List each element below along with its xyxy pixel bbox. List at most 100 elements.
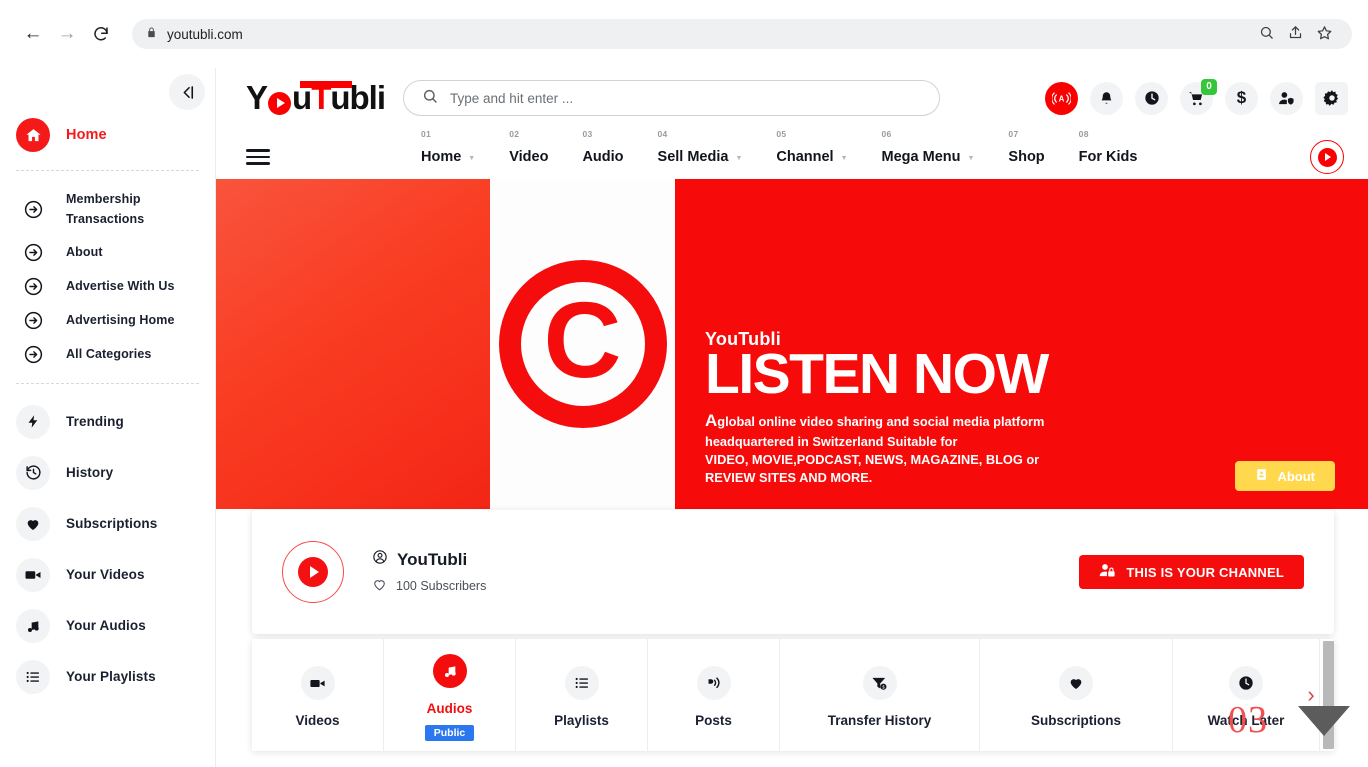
- tab-posts[interactable]: Posts: [648, 639, 780, 751]
- hero-desc-line-3: VIDEO, MOVIE,PODCAST, NEWS, MAGAZINE, BL…: [705, 451, 1040, 467]
- header-icon-group: A 0 $: [1045, 78, 1348, 115]
- site-logo[interactable]: Y u T ubli: [246, 79, 386, 117]
- sidebar-item-advertise-with-us[interactable]: Advertise With Us: [0, 269, 215, 303]
- share-icon[interactable]: [1288, 25, 1303, 43]
- back-arrow-icon[interactable]: ←: [16, 17, 50, 51]
- star-icon[interactable]: [1317, 25, 1332, 43]
- channel-info-card: YouTubli 100 Subscribers THIS IS YOUR CH…: [252, 510, 1334, 634]
- sidebar-item-label: Advertising Home: [66, 313, 175, 327]
- gear-icon[interactable]: [1315, 81, 1348, 115]
- tab-label: Videos: [295, 713, 340, 728]
- sidebar-item-advertising-home[interactable]: Advertising Home: [0, 303, 215, 337]
- this-is-your-channel-button[interactable]: THIS IS YOUR CHANNEL: [1079, 555, 1304, 589]
- sidebar-item-membership-transactions[interactable]: Membership Transactions: [0, 183, 215, 235]
- hero-title: LISTEN NOW: [705, 342, 1049, 406]
- nav-item-for-kids[interactable]: 08 For Kids: [1062, 129, 1155, 165]
- cart-icon[interactable]: 0: [1180, 78, 1217, 115]
- forward-arrow-icon[interactable]: →: [50, 17, 84, 51]
- tab-label: Playlists: [554, 713, 609, 728]
- nav-item-number: 04: [657, 129, 668, 139]
- nav-item-number: 03: [582, 129, 593, 139]
- nav-item-channel[interactable]: 05 Channel ▼: [759, 129, 864, 165]
- sidebar-item-your-videos[interactable]: Your Videos: [0, 549, 215, 600]
- sidebar-item-all-categories[interactable]: All Categories: [0, 337, 215, 371]
- channel-name: YouTubli: [397, 549, 468, 569]
- cart-badge: 0: [1201, 78, 1217, 95]
- nav-item-shop[interactable]: 07 Shop: [991, 129, 1061, 165]
- arrow-circle-icon: [16, 303, 50, 337]
- tab-transfer-history[interactable]: $ Transfer History: [780, 639, 980, 751]
- dollar-icon[interactable]: $: [1225, 81, 1258, 115]
- lock-icon: [146, 26, 157, 42]
- play-circle-icon[interactable]: [1310, 140, 1344, 174]
- video-camera-icon: [300, 666, 335, 700]
- nav-item-mega-menu[interactable]: 06 Mega Menu ▼: [865, 129, 992, 165]
- hero-banner: YouTubli LISTEN NOW Aglobal online video…: [216, 179, 1368, 509]
- nav-item-number: 01: [421, 129, 432, 139]
- search-input[interactable]: [450, 90, 922, 106]
- bottom-strip: [216, 759, 1368, 767]
- heart-icon: [16, 506, 50, 541]
- hero-description: Aglobal online video sharing and social …: [705, 409, 1125, 488]
- sidebar-divider-bottom: [16, 383, 199, 384]
- chevron-down-icon: ▼: [735, 155, 743, 162]
- live-broadcast-icon[interactable]: A: [1045, 81, 1078, 115]
- url-text: youtubli.com: [167, 26, 243, 42]
- search-bar[interactable]: [403, 80, 941, 116]
- bolt-icon: [16, 404, 50, 439]
- avatar[interactable]: [282, 541, 344, 603]
- hero-desc-line-2: headquartered in Switzerland Suitable fo…: [705, 433, 958, 449]
- tab-label: Transfer History: [827, 713, 932, 728]
- reload-icon[interactable]: [84, 17, 118, 51]
- about-button[interactable]: About: [1235, 461, 1335, 491]
- channel-name-row: YouTubli: [372, 549, 486, 570]
- sidebar-item-label: Your Audios: [66, 618, 146, 633]
- clock-icon[interactable]: [1135, 81, 1168, 115]
- nav-item-audio[interactable]: 03 Audio: [565, 129, 640, 165]
- hamburger-icon[interactable]: [246, 149, 270, 165]
- nav-item-label: Sell Media: [657, 149, 729, 165]
- sidebar-item-history[interactable]: History: [0, 447, 215, 498]
- nav-item-video[interactable]: 02 Video: [492, 129, 565, 165]
- tab-subscriptions[interactable]: Subscriptions: [980, 639, 1173, 751]
- status-badge: Public: [424, 724, 475, 741]
- tab-videos[interactable]: Videos: [252, 639, 384, 751]
- arrow-circle-icon: [16, 269, 50, 303]
- collapse-sidebar-button[interactable]: [169, 74, 205, 110]
- search-zoom-icon[interactable]: [1259, 25, 1274, 43]
- sidebar-item-your-audios[interactable]: Your Audios: [0, 600, 215, 651]
- sidebar-item-your-playlists[interactable]: Your Playlists: [0, 651, 215, 702]
- chevron-down-icon: ▼: [840, 155, 848, 162]
- sidebar-item-subscriptions[interactable]: Subscriptions: [0, 498, 215, 549]
- hero-text-block: YouTubli LISTEN NOW Aglobal online video…: [705, 329, 1125, 487]
- sidebar-item-trending[interactable]: Trending: [0, 396, 215, 447]
- user-shield-icon[interactable]: [1270, 81, 1303, 115]
- heart-icon: [1059, 666, 1093, 700]
- sidebar-item-label: Home: [66, 127, 107, 143]
- sidebar-item-label: Subscriptions: [66, 516, 158, 531]
- id-card-icon: [1255, 468, 1268, 484]
- tab-audios[interactable]: Audios Public: [384, 639, 516, 751]
- triangle-down-icon[interactable]: [1298, 706, 1350, 736]
- tab-playlists[interactable]: Playlists: [516, 639, 648, 751]
- nav-item-label: Mega Menu: [881, 149, 961, 165]
- nav-item-home[interactable]: 01 Home ▼: [404, 129, 492, 165]
- nav-item-number: 08: [1078, 129, 1089, 139]
- home-icon: [16, 118, 50, 152]
- nav-item-label: For Kids: [1078, 149, 1138, 165]
- nav-item-sell-media[interactable]: 04 Sell Media ▼: [641, 129, 760, 165]
- sidebar-item-about[interactable]: About: [0, 235, 215, 269]
- funnel-dollar-icon: $: [862, 666, 897, 700]
- sidebar-item-label: Membership Transactions: [66, 192, 145, 226]
- user-lock-icon: [1099, 562, 1116, 582]
- hero-desc-cap: A: [705, 410, 718, 430]
- bell-icon[interactable]: [1090, 81, 1123, 115]
- hero-center-panel: [490, 179, 675, 509]
- sidebar-item-label: All Categories: [66, 347, 152, 361]
- left-sidebar: Home Membership Transactions About Adver…: [0, 68, 216, 767]
- nav-item-number: 05: [776, 129, 787, 139]
- browser-toolbar: ← → youtubli.com: [0, 0, 1368, 68]
- logo-part-1: Y: [246, 79, 268, 116]
- address-bar[interactable]: youtubli.com: [132, 19, 1352, 49]
- sidebar-item-home[interactable]: Home: [0, 112, 215, 158]
